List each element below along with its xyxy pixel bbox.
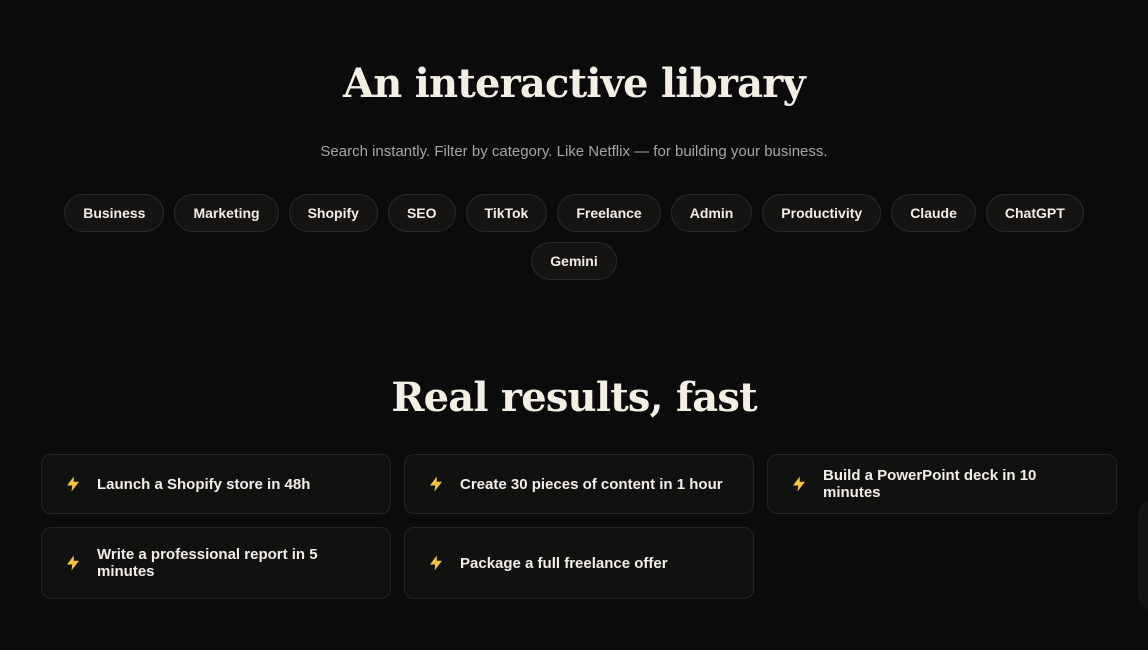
category-chip-tiktok[interactable]: TikTok — [465, 194, 548, 232]
result-card: Write a professional report in 5 minutes — [41, 527, 391, 599]
category-chip-chatgpt[interactable]: ChatGPT — [985, 194, 1084, 232]
category-chip-seo[interactable]: SEO — [387, 194, 456, 232]
result-card-label: Create 30 pieces of content in 1 hour — [460, 475, 723, 493]
result-card-label: Package a full freelance offer — [460, 554, 668, 572]
results-title: Real results, fast — [391, 374, 757, 421]
lightning-bolt-icon — [790, 475, 808, 493]
results-grid: Launch a Shopify store in 48h Create 30 … — [41, 454, 1117, 599]
category-chip-productivity[interactable]: Productivity — [762, 194, 882, 232]
category-chip-claude[interactable]: Claude — [891, 194, 976, 232]
result-card: Build a PowerPoint deck in 10 minutes — [767, 454, 1117, 514]
category-chip-admin[interactable]: Admin — [670, 194, 753, 232]
category-filter-list: Business Marketing Shopify SEO TikTok Fr… — [0, 194, 1148, 280]
result-card-label: Launch a Shopify store in 48h — [97, 475, 311, 493]
lightning-bolt-icon — [64, 554, 82, 572]
result-card: Package a full freelance offer — [404, 527, 754, 599]
category-chip-gemini[interactable]: Gemini — [531, 242, 617, 280]
category-chip-freelance[interactable]: Freelance — [557, 194, 661, 232]
lightning-bolt-icon — [427, 554, 445, 572]
lightning-bolt-icon — [64, 475, 82, 493]
result-card-label: Build a PowerPoint deck in 10 minutes — [823, 467, 1037, 501]
library-title: An interactive library — [343, 60, 806, 107]
lightning-bolt-icon — [427, 475, 445, 493]
result-card: Create 30 pieces of content in 1 hour — [404, 454, 754, 514]
floating-widget-edge[interactable] — [1138, 500, 1148, 610]
category-chip-marketing[interactable]: Marketing — [174, 194, 279, 232]
library-subtitle: Search instantly. Filter by category. Li… — [320, 143, 828, 160]
result-card: Launch a Shopify store in 48h — [41, 454, 391, 514]
result-card-label: Write a professional report in 5 minutes — [97, 546, 318, 580]
category-chip-shopify[interactable]: Shopify — [288, 194, 378, 232]
category-chip-business[interactable]: Business — [64, 194, 165, 232]
